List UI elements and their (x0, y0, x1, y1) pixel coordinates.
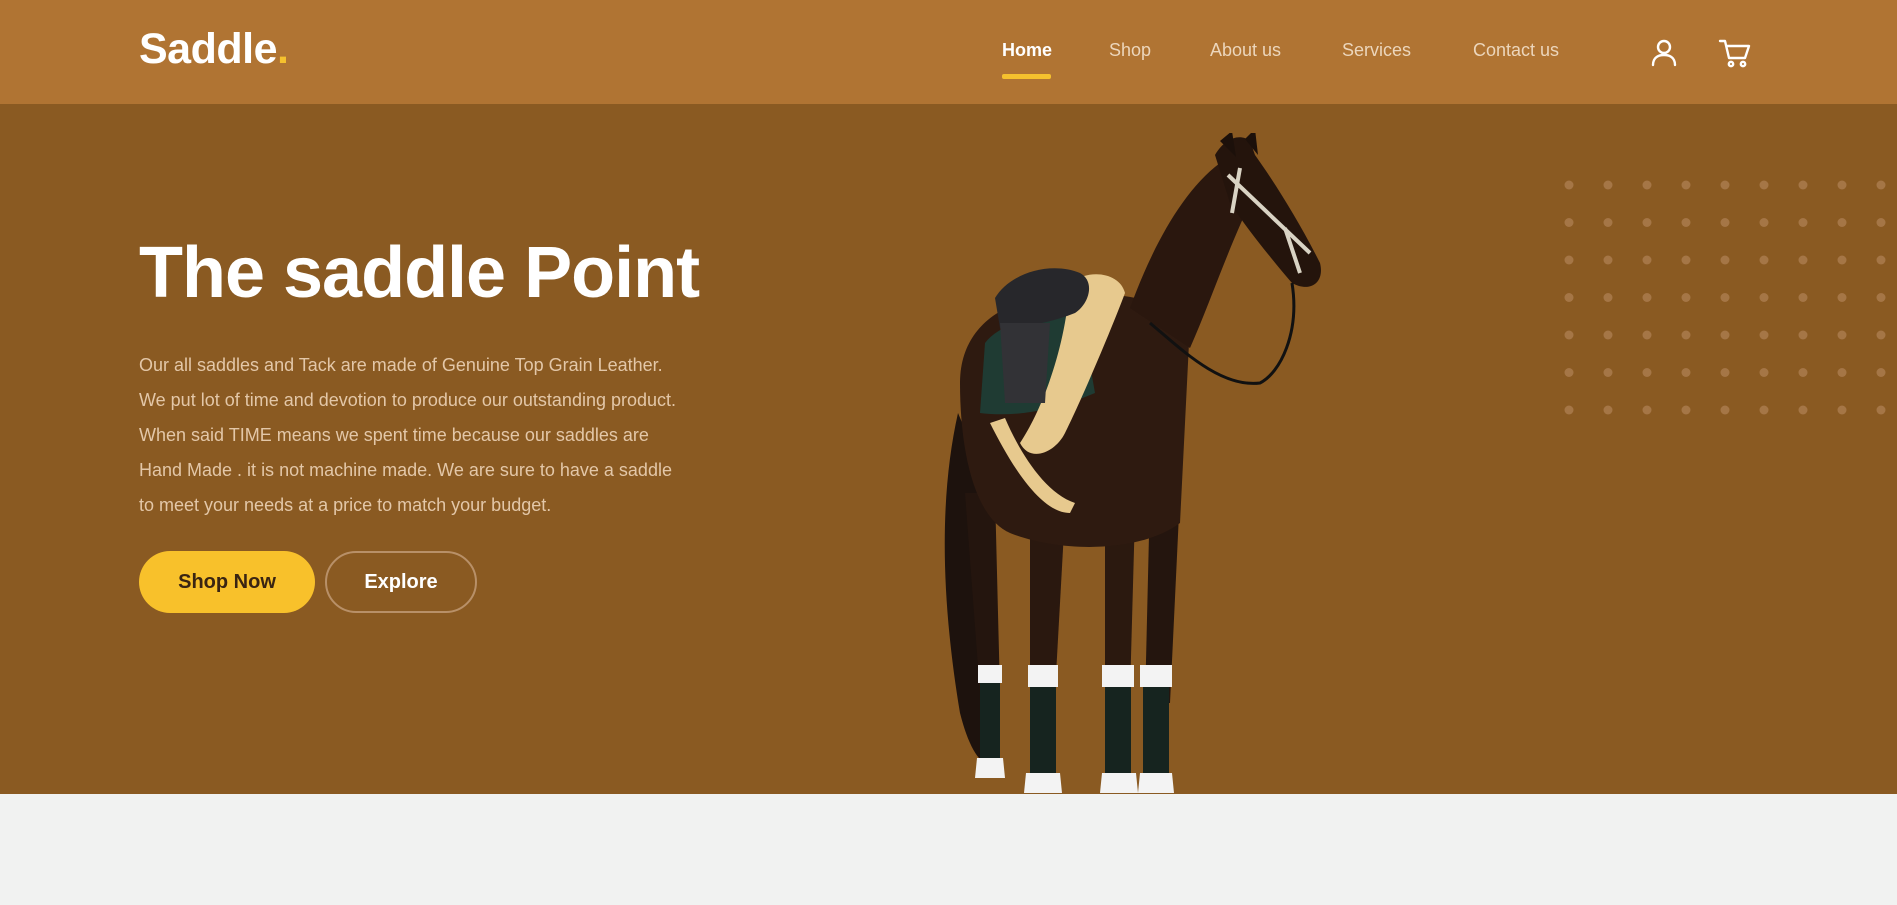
decorative-dot (1720, 180, 1730, 190)
decorative-dot (1798, 180, 1808, 190)
decorative-dot (1876, 330, 1886, 340)
decorative-dot (1564, 405, 1574, 415)
hero-description: Our all saddles and Tack are made of Gen… (139, 348, 739, 523)
decorative-dot (1759, 330, 1769, 340)
decorative-dot (1681, 330, 1691, 340)
decorative-dot (1720, 293, 1730, 302)
decorative-dot (1642, 218, 1652, 227)
decorative-dot (1798, 330, 1808, 340)
decorative-dot (1837, 330, 1847, 340)
decorative-dot (1798, 218, 1808, 227)
brand-dot: . (277, 25, 289, 73)
hero-description-line: When said TIME means we spent time becau… (139, 425, 649, 445)
decorative-dot (1681, 180, 1691, 190)
decorative-dot (1759, 293, 1769, 302)
decorative-dot (1603, 330, 1613, 340)
brand-logo[interactable]: Saddle. (139, 25, 289, 74)
decorative-dot (1720, 405, 1730, 415)
decorative-dot (1564, 218, 1574, 227)
decorative-dot (1837, 405, 1847, 415)
decorative-dot (1564, 255, 1574, 265)
decorative-dot (1720, 218, 1730, 227)
nav-item-services[interactable]: Services (1342, 40, 1411, 61)
decorative-dot (1564, 293, 1574, 302)
hero-description-line: Hand Made . it is not machine made. We a… (139, 460, 672, 480)
hero-title: The saddle Point (139, 233, 700, 313)
decorative-dot (1681, 255, 1691, 265)
decorative-dot (1603, 368, 1613, 377)
decorative-dot (1720, 255, 1730, 265)
decorative-dot (1837, 293, 1847, 302)
decorative-dot (1837, 180, 1847, 190)
decorative-dot (1720, 368, 1730, 377)
decorative-dot (1681, 218, 1691, 227)
decorative-dot (1876, 255, 1886, 265)
decorative-dot (1564, 180, 1574, 190)
decorative-dot (1759, 405, 1769, 415)
horse-illustration (944, 133, 1321, 793)
decorative-dot (1642, 330, 1652, 340)
decorative-dot (1876, 405, 1886, 415)
user-icon[interactable] (1647, 36, 1681, 70)
hero-description-line: We put lot of time and devotion to produ… (139, 390, 677, 410)
decorative-dot (1564, 368, 1574, 377)
decorative-dot (1798, 255, 1808, 265)
brand-name: Saddle (139, 25, 278, 73)
decorative-dot (1876, 218, 1886, 227)
hero-description-line: to meet your needs at a price to match y… (139, 495, 552, 515)
decorative-dot (1642, 255, 1652, 265)
decorative-dot-grid (1564, 180, 1886, 415)
decorative-dot (1642, 180, 1652, 190)
decorative-dot (1642, 293, 1652, 302)
decorative-dot (1759, 368, 1769, 377)
decorative-dot (1720, 330, 1730, 340)
decorative-dot (1681, 405, 1691, 415)
decorative-dot (1681, 293, 1691, 302)
decorative-dot (1642, 405, 1652, 415)
decorative-dot (1603, 218, 1613, 227)
decorative-dot (1798, 293, 1808, 302)
explore-button[interactable]: Explore (325, 551, 477, 613)
decorative-dot (1837, 218, 1847, 227)
decorative-dot (1603, 255, 1613, 265)
hero-description-line: Our all saddles and Tack are made of Gen… (139, 355, 663, 375)
decorative-dot (1876, 368, 1886, 377)
active-nav-indicator (1002, 74, 1051, 79)
nav-item-home[interactable]: Home (1002, 40, 1052, 61)
decorative-dot (1798, 368, 1808, 377)
decorative-dot (1798, 405, 1808, 415)
nav-item-contact-us[interactable]: Contact us (1473, 40, 1559, 61)
decorative-dot (1837, 255, 1847, 265)
shop-now-button[interactable]: Shop Now (139, 551, 315, 613)
nav-item-about-us[interactable]: About us (1210, 40, 1281, 61)
decorative-dot (1876, 293, 1886, 302)
decorative-dot (1759, 218, 1769, 227)
nav-item-shop[interactable]: Shop (1109, 40, 1151, 61)
decorative-dot (1603, 293, 1613, 302)
decorative-dot (1603, 180, 1613, 190)
decorative-dot (1642, 368, 1652, 377)
decorative-dot (1564, 330, 1574, 340)
decorative-dot (1876, 180, 1886, 190)
decorative-dot (1759, 255, 1769, 265)
decorative-dot (1603, 405, 1613, 415)
decorative-dot (1837, 368, 1847, 377)
decorative-dot (1759, 180, 1769, 190)
top-navbar: Saddle. Home Shop About us Services Cont… (0, 0, 1897, 104)
cart-icon[interactable] (1717, 36, 1751, 70)
decorative-dot (1681, 368, 1691, 377)
